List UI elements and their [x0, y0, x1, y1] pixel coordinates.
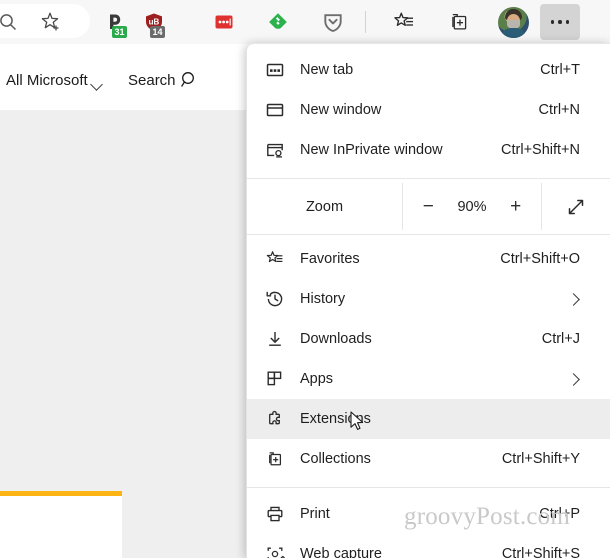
menu-item-extensions[interactable]: Extensions — [247, 399, 610, 439]
page-body — [0, 110, 246, 558]
web-capture-icon — [265, 544, 295, 558]
scope-selector-label[interactable]: All Microsoft — [6, 72, 88, 89]
fullscreen-button[interactable] — [542, 183, 610, 230]
menu-item-new-tab[interactable]: New tab Ctrl+T — [247, 50, 610, 90]
history-icon — [265, 289, 295, 309]
menu-divider — [247, 234, 610, 235]
menu-item-favorites[interactable]: Favorites Ctrl+Shift+O — [247, 239, 610, 279]
page-search-icon[interactable] — [180, 70, 200, 90]
mouse-cursor — [350, 411, 366, 433]
new-tab-icon — [265, 60, 295, 80]
avatar[interactable] — [498, 7, 529, 38]
screenshot-root: 31 uB 14 All Microsoft Search New tab Ct… — [0, 0, 610, 558]
menu-item-label: New tab — [300, 62, 354, 78]
menu-divider — [247, 487, 610, 488]
menu-item-new-window[interactable]: New window Ctrl+N — [247, 90, 610, 130]
settings-and-more-button[interactable] — [540, 4, 580, 40]
zoom-in-button[interactable]: + — [501, 192, 531, 222]
menu-item-accelerator: Ctrl+T — [540, 62, 580, 78]
menu-item-accelerator: Ctrl+Shift+Y — [501, 451, 580, 467]
menu-item-label: Apps — [300, 371, 334, 387]
menu-item-apps[interactable]: Apps — [247, 359, 610, 399]
zoom-out-button[interactable]: − — [413, 192, 443, 222]
menu-item-collections[interactable]: Collections Ctrl+Shift+Y — [247, 439, 610, 479]
zoom-controls: − 90% + — [402, 183, 542, 230]
extension-icon-feedly[interactable] — [262, 6, 294, 38]
menu-item-label: History — [300, 291, 346, 307]
menu-item-downloads[interactable]: Downloads Ctrl+J — [247, 319, 610, 359]
page-search-label[interactable]: Search — [128, 72, 176, 89]
card-accent-bar — [0, 491, 122, 496]
browser-toolbar: 31 uB 14 — [0, 0, 610, 44]
menu-item-label: New window — [300, 102, 382, 118]
menu-item-accelerator: Ctrl+Shift+N — [501, 142, 580, 158]
menu-item-label: Collections — [300, 451, 371, 467]
watermark: groovyPost.com — [404, 503, 570, 530]
menu-item-new-inprivate-window[interactable]: New InPrivate window Ctrl+Shift+N — [247, 130, 610, 170]
menu-item-label: Downloads — [300, 331, 372, 347]
extension-badge-calendar: 31 — [112, 26, 127, 38]
more-dot — [550, 20, 555, 24]
more-dot — [565, 20, 570, 24]
zoom-value: 90% — [457, 198, 487, 215]
zoom-label: Zoom — [305, 198, 344, 215]
menu-divider — [247, 178, 610, 179]
menu-item-accelerator: Ctrl+Shift+O — [500, 251, 580, 267]
menu-item-web-capture[interactable]: Web capture Ctrl+Shift+S — [247, 534, 610, 558]
menu-item-label: Favorites — [300, 251, 360, 267]
favorites-icon[interactable] — [388, 6, 420, 38]
new-window-icon — [265, 100, 295, 120]
menu-item-accelerator: Ctrl+N — [538, 102, 581, 118]
chevron-right-icon — [567, 372, 580, 386]
print-icon — [265, 504, 295, 524]
chevron-right-icon — [567, 292, 580, 306]
menu-item-history[interactable]: History — [247, 279, 610, 319]
search-icon[interactable] — [0, 6, 24, 38]
collections-icon[interactable] — [443, 6, 475, 38]
extensions-icon — [265, 409, 295, 429]
settings-and-more-menu: New tab Ctrl+T New window Ctrl+N New InP… — [246, 43, 610, 558]
add-favorite-icon[interactable] — [35, 6, 67, 38]
extension-badge-shield: 14 — [150, 26, 165, 38]
menu-item-label: Extensions — [300, 411, 371, 427]
menu-item-accelerator: Ctrl+J — [541, 331, 580, 347]
menu-item-accelerator: Ctrl+Shift+S — [501, 546, 580, 558]
favorites-icon — [265, 249, 295, 269]
extension-icon-red[interactable] — [208, 6, 240, 38]
content-card[interactable] — [0, 491, 122, 558]
downloads-icon — [265, 329, 295, 349]
inprivate-window-icon — [265, 140, 295, 160]
collections-icon — [265, 449, 295, 469]
extension-icon-pocket[interactable] — [317, 6, 349, 38]
apps-icon — [265, 369, 295, 389]
more-dot — [558, 20, 562, 24]
zoom-row: Zoom − 90% + — [247, 183, 610, 230]
menu-item-label: Web capture — [300, 546, 382, 558]
toolbar-divider — [365, 11, 366, 33]
menu-item-label: New InPrivate window — [300, 142, 443, 158]
